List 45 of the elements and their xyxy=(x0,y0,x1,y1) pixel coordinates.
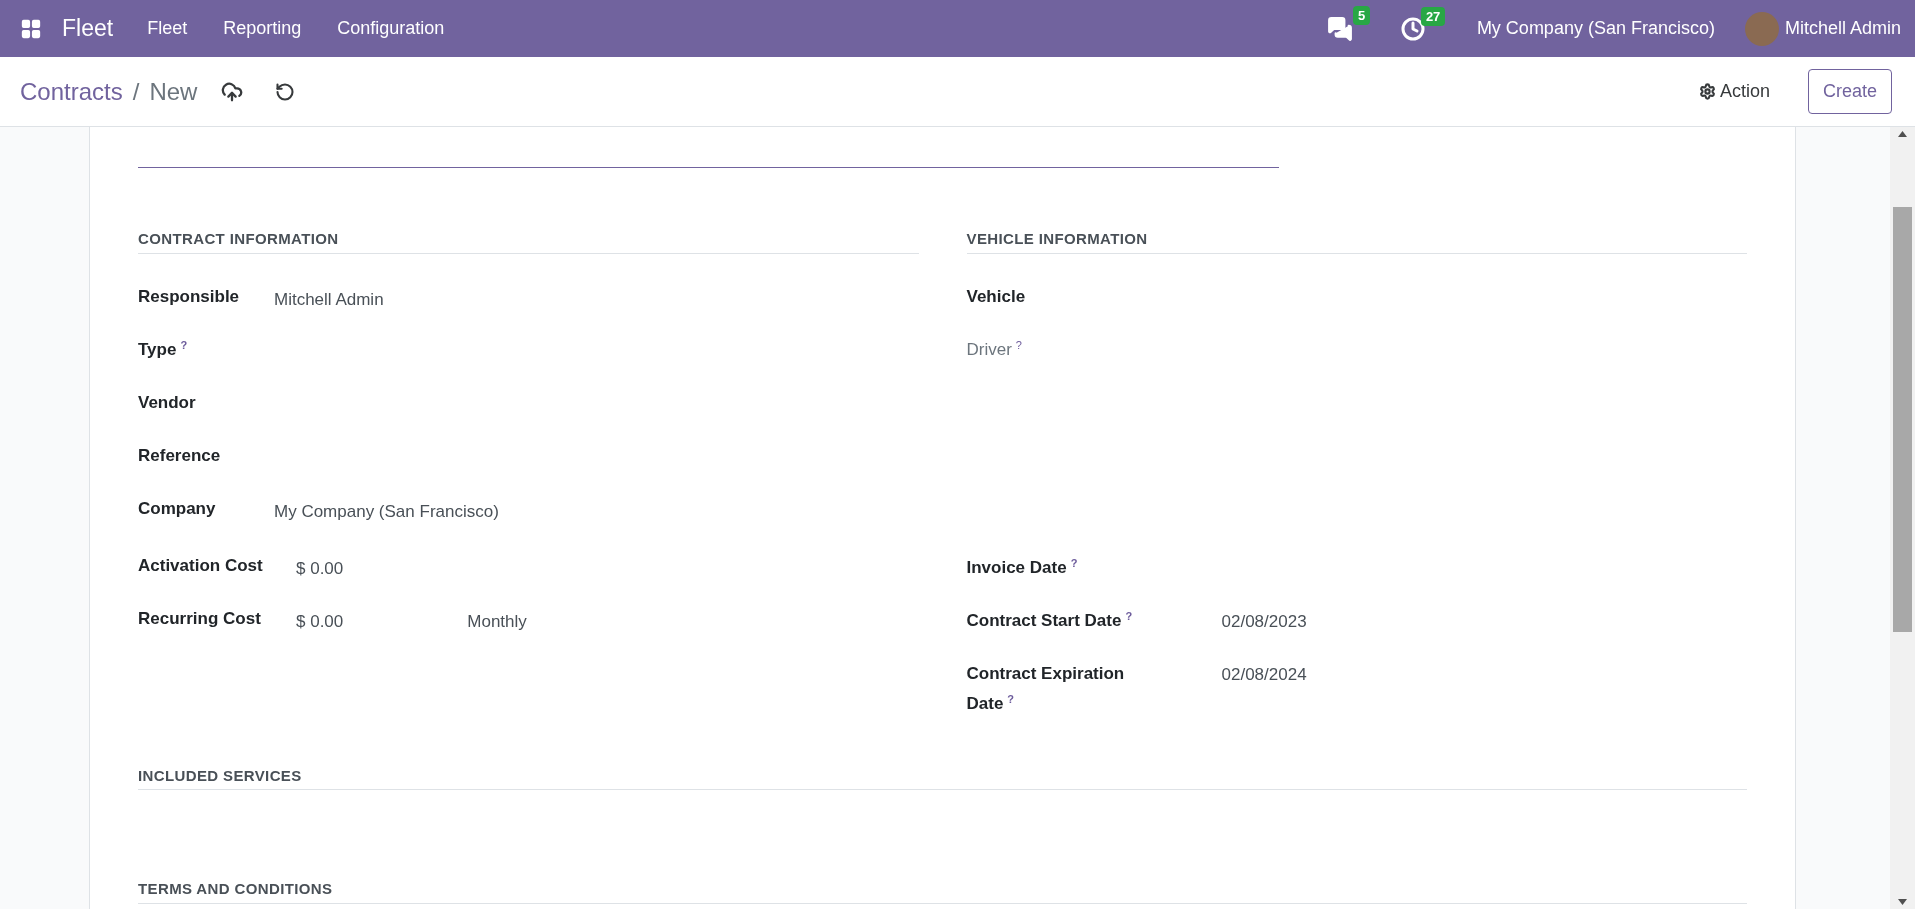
user-menu[interactable]: Mitchell Admin xyxy=(1784,15,1901,42)
menu-item[interactable]: Configuration xyxy=(319,15,463,42)
section-header: INCLUDED SERVICES xyxy=(138,764,1747,790)
field-label: Contract Start Date $^{?}$ xyxy=(966,610,1133,630)
field-label: Reference xyxy=(138,445,221,465)
scrollbar-thumb[interactable] xyxy=(1893,207,1912,632)
section-header: TERMS AND CONDITIONS xyxy=(138,878,1747,904)
field-label: Invoice Date $^{?}$ xyxy=(966,557,1078,577)
avatar xyxy=(1744,11,1779,46)
section-header: VEHICLE INFORMATION xyxy=(966,228,1747,254)
field-label: Recurring Cost xyxy=(138,608,261,628)
field-label: Responsible xyxy=(138,286,240,306)
counter-badge: 5 xyxy=(1352,5,1371,25)
scroll-down-icon[interactable] xyxy=(1898,899,1907,905)
menu-item[interactable]: Fleet xyxy=(129,15,206,42)
date-field[interactable]: 02/08/2024 xyxy=(1221,661,1307,687)
action-button[interactable]: Action xyxy=(1698,78,1770,105)
counter-badge: 27 xyxy=(1420,6,1446,26)
messages-icon[interactable] xyxy=(1326,15,1353,42)
gear-icon xyxy=(1698,83,1716,100)
menu-item[interactable]: Reporting xyxy=(205,15,320,42)
breadcrumb-separator: / xyxy=(132,76,140,107)
apps-menu-icon[interactable] xyxy=(20,17,42,40)
field-label: Contract Expiration Date $^{?}$ xyxy=(966,663,1125,713)
section-header: CONTRACT INFORMATION xyxy=(138,228,919,254)
scrollbar[interactable] xyxy=(1890,127,1915,909)
company-switcher[interactable]: My Company (San Francisco) xyxy=(1476,15,1715,42)
field-value[interactable]: Monthly xyxy=(467,608,527,634)
breadcrumb-current: New xyxy=(149,76,198,107)
field-label: Type $^{?}$ xyxy=(138,339,188,359)
scroll-up-icon[interactable] xyxy=(1898,131,1907,137)
field-value[interactable]: My Company (San Francisco) xyxy=(274,498,499,524)
field-label: Company xyxy=(138,498,216,518)
field-label: Driver $^{?}$ xyxy=(966,339,1022,359)
field-label: Vendor xyxy=(138,392,196,412)
app-name[interactable]: Fleet xyxy=(62,11,114,46)
field-label: Vehicle xyxy=(966,286,1026,306)
field-label: Activation Cost xyxy=(138,555,263,575)
field-value[interactable]: Mitchell Admin xyxy=(274,286,384,312)
field-value[interactable]: $ 0.00 xyxy=(296,608,344,634)
breadcrumb-link[interactable]: Contracts xyxy=(20,73,123,110)
clock-icon[interactable] xyxy=(1400,16,1425,41)
create-button[interactable]: Create xyxy=(1807,69,1892,114)
field-value[interactable]: $ 0.00 xyxy=(296,555,344,581)
date-field[interactable]: 02/08/2023 xyxy=(1221,608,1307,634)
